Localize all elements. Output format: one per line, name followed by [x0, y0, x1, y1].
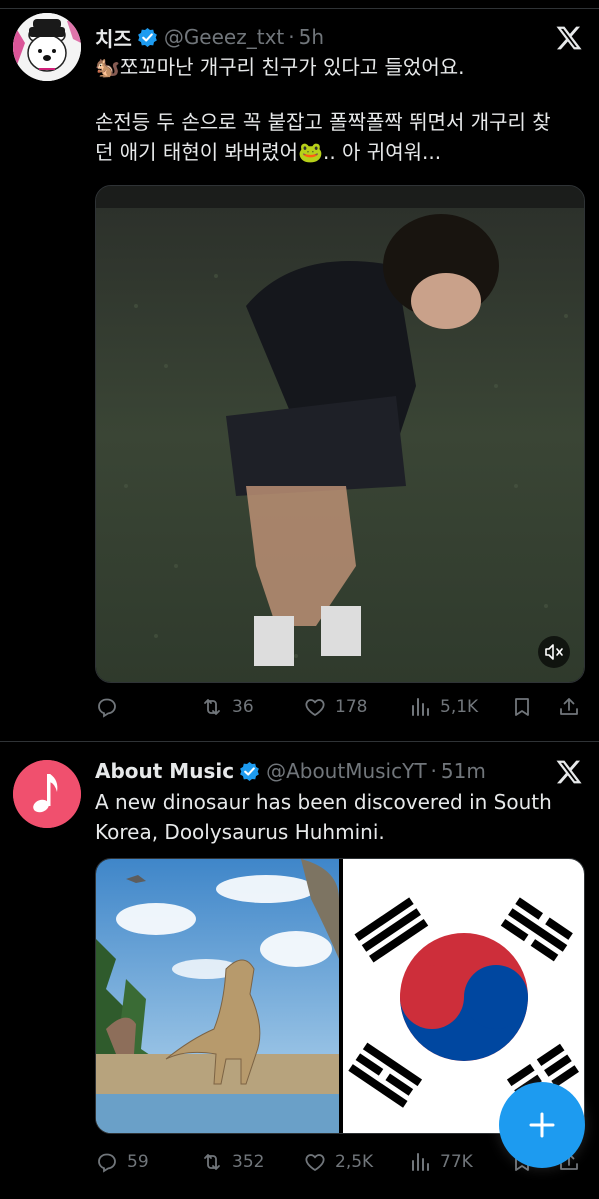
mute-icon[interactable]: [538, 636, 570, 668]
handle[interactable]: @AboutMusicYT: [266, 759, 426, 783]
like-icon: [305, 699, 325, 716]
tweet-text: 🐿️쪼꼬마난 개구리 친구가 있다고 들었어요. 손전등 두 손으로 꼭 붙잡고…: [95, 52, 585, 167]
views-icon: [412, 698, 429, 716]
reply-icon: [98, 698, 116, 718]
x-logo-icon[interactable]: [555, 24, 583, 52]
repost-count: 36: [232, 697, 254, 717]
reply-button[interactable]: [95, 692, 127, 722]
tweet-text-line: 던 애기 태현이 봐버렸어🐸.. 아 귀여워...: [95, 140, 442, 164]
handle[interactable]: @Geeez_txt: [164, 25, 284, 49]
views-button[interactable]: 5,1K: [408, 692, 478, 722]
like-button[interactable]: 2,5K: [303, 1147, 373, 1177]
separator-dot: ·: [288, 25, 295, 49]
verified-icon: [137, 27, 157, 47]
tweet-header: About Music @AboutMusicYT · 51m: [95, 756, 486, 786]
tweet-text-line: 손전등 두 손으로 꼭 붙잡고 폴짝폴짝 뛰면서 개구리 찾: [95, 110, 551, 134]
views-icon: [412, 1153, 429, 1171]
music-note-icon: [13, 760, 81, 828]
share-icon: [560, 698, 578, 715]
bookmark-icon: [515, 698, 529, 716]
avatar[interactable]: [13, 760, 81, 828]
image-grid: [95, 858, 585, 1134]
avatar[interactable]: [13, 13, 81, 81]
separator-dot: ·: [430, 759, 437, 783]
repost-icon: [204, 699, 220, 715]
reply-icon: [98, 1153, 116, 1173]
reply-count: 59: [127, 1152, 149, 1172]
dinosaur-image[interactable]: [96, 859, 339, 1134]
tweet-text-line: Korea, Doolysaurus Huhmini.: [95, 820, 385, 844]
video-frame: [96, 186, 584, 682]
timestamp[interactable]: 5h: [299, 25, 324, 49]
like-count: 178: [335, 697, 368, 717]
like-button[interactable]: 178: [303, 692, 367, 722]
verified-icon: [240, 761, 259, 781]
tweet-text: A new dinosaur has been discovered in So…: [95, 787, 585, 847]
video-player[interactable]: [95, 185, 585, 683]
display-name[interactable]: 치즈: [95, 23, 132, 52]
bookmark-button[interactable]: [510, 692, 534, 722]
views-button[interactable]: 77K: [408, 1147, 473, 1177]
repost-icon: [204, 1154, 220, 1170]
like-count: 2,5K: [335, 1152, 374, 1172]
compose-button[interactable]: [499, 1082, 585, 1168]
views-count: 5,1K: [440, 697, 479, 717]
bear-avatar-icon: [13, 13, 81, 81]
share-button[interactable]: [557, 692, 581, 722]
tweet-actions: 36 178 5,1K: [95, 692, 585, 722]
tweet[interactable]: 치즈 @Geeez_txt · 5h 🐿️쪼꼬마난 개구리 친구가 있다고 들었…: [0, 0, 599, 742]
tweet-text-line: 🐿️쪼꼬마난 개구리 친구가 있다고 들었어요.: [95, 55, 465, 79]
tweet-text-blank-line: [95, 82, 585, 107]
reply-button[interactable]: 59: [95, 1147, 149, 1177]
tweet-text-line: A new dinosaur has been discovered in So…: [95, 790, 552, 814]
x-logo-icon[interactable]: [555, 758, 583, 786]
repost-button[interactable]: 36: [200, 692, 254, 722]
display-name[interactable]: About Music: [95, 759, 234, 783]
views-count: 77K: [440, 1152, 473, 1172]
like-icon: [305, 1154, 325, 1171]
repost-count: 352: [232, 1152, 265, 1172]
repost-button[interactable]: 352: [200, 1147, 264, 1177]
compose-plus-icon: [529, 1112, 555, 1138]
tweet-header: 치즈 @Geeez_txt · 5h: [95, 22, 324, 52]
timestamp[interactable]: 51m: [441, 759, 486, 783]
